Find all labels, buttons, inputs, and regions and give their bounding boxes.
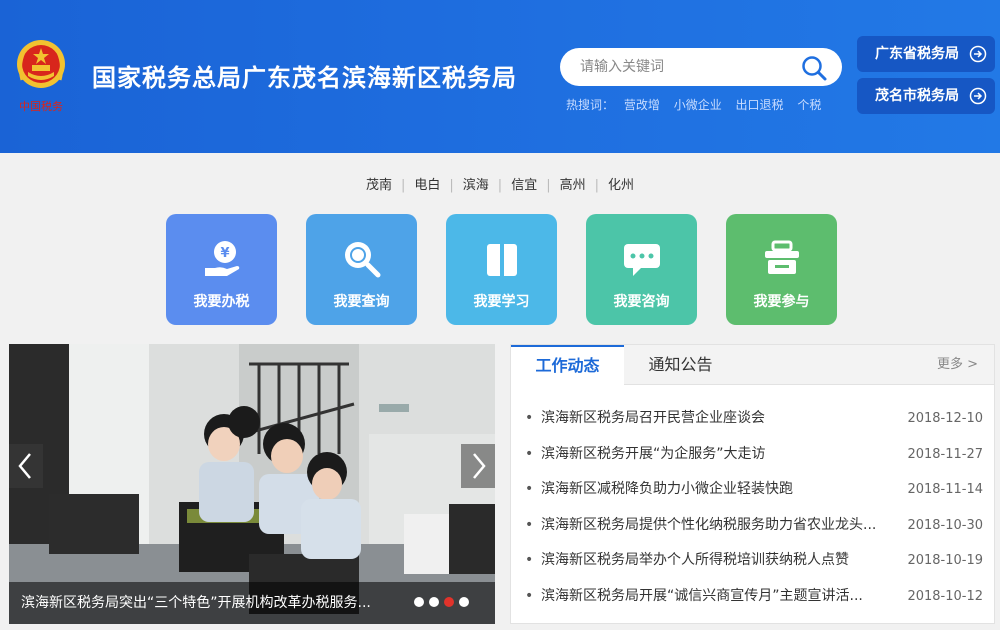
basket-icon: [765, 240, 799, 274]
svg-text:¥: ¥: [220, 246, 229, 261]
arrow-right-circle-icon: [969, 45, 987, 63]
tile-consult[interactable]: 我要咨询: [586, 214, 697, 325]
tile-participate[interactable]: 我要参与: [726, 214, 837, 325]
news-date: 2018-11-27: [907, 446, 983, 462]
hotword-link[interactable]: 小微企业: [674, 98, 722, 112]
news-list: • 滨海新区税务局召开民营企业座谈会 2018-12-10 • 滨海新区税务开展…: [525, 401, 983, 614]
municipal-bureau-link[interactable]: 茂名市税务局: [857, 78, 995, 114]
emblem-text: 中国税务: [19, 99, 63, 113]
carousel-dot[interactable]: [429, 597, 439, 607]
arrow-right-circle-icon: [969, 87, 987, 105]
municipal-bureau-label: 茂名市税务局: [875, 88, 959, 104]
tile-label: 我要参与: [753, 294, 810, 310]
tile-query[interactable]: 我要查询: [306, 214, 417, 325]
tab-work-news[interactable]: 工作动态: [511, 345, 624, 386]
news-item[interactable]: • 滨海新区税务开展“为企服务”大走访 2018-11-27: [525, 437, 983, 473]
tab-announcements[interactable]: 通知公告: [624, 345, 737, 385]
district-link[interactable]: 滨海: [454, 174, 498, 193]
news-date: 2018-10-12: [907, 588, 983, 604]
search-input[interactable]: [580, 56, 795, 78]
bullet: •: [525, 445, 534, 462]
search-box: [560, 48, 842, 86]
hotword-link[interactable]: 个税: [797, 98, 821, 112]
news-item[interactable]: • 滨海新区税务局提供个性化纳税服务助力省农业龙头... 2018-10-30: [525, 508, 983, 544]
hotword-link[interactable]: 营改增: [624, 98, 660, 112]
news-tabs: 工作动态 通知公告 更多 >: [511, 345, 994, 386]
carousel-next-button[interactable]: [461, 444, 495, 488]
tax-emblem-logo[interactable]: 中国税务: [10, 36, 72, 116]
bullet: •: [525, 552, 534, 568]
news-date: 2018-10-19: [907, 553, 983, 568]
provincial-bureau-label: 广东省税务局: [875, 46, 959, 62]
search-magnifier-icon: [345, 242, 381, 278]
district-nav: 茂南 | 电白 | 滨海 | 信宜 | 高州 | 化州: [0, 174, 1000, 193]
site-title: 国家税务总局广东茂名滨海新区税务局: [92, 64, 517, 92]
news-date: 2018-10-30: [907, 517, 983, 533]
hotwords-label: 热搜词：: [566, 98, 615, 112]
news-title: 滨海新区税务开展“为企服务”大走访: [541, 445, 766, 462]
news-date: 2018-11-14: [907, 482, 983, 497]
carousel-dot[interactable]: [414, 597, 424, 607]
tax-payment-icon: ¥: [205, 241, 240, 276]
tile-label: 我要咨询: [613, 294, 670, 310]
carousel-dots: [409, 592, 469, 611]
news-title: 滨海新区税务局举办个人所得税培训获纳税人点赞: [541, 552, 849, 568]
bullet: •: [525, 516, 534, 533]
news-title: 滨海新区减税降负助力小微企业轻装快跑: [541, 481, 793, 497]
more-link[interactable]: 更多 >: [937, 345, 978, 385]
news-title: 滨海新区税务局开展“诚信兴商宣传月”主题宣讲活...: [541, 587, 863, 604]
news-item[interactable]: • 滨海新区减税降负助力小微企业轻装快跑 2018-11-14: [525, 472, 983, 508]
district-link[interactable]: 信宜: [502, 174, 546, 193]
news-item[interactable]: • 滨海新区税务局举办个人所得税培训获纳税人点赞 2018-10-19: [525, 543, 983, 579]
chevron-right-icon: [473, 453, 486, 479]
tile-label: 我要查询: [333, 294, 390, 310]
news-title: 滨海新区税务局召开民营企业座谈会: [541, 410, 765, 426]
book-icon: [487, 244, 517, 276]
hotwords-bar: 热搜词： 营改增 小微企业 出口退税 个税: [566, 96, 831, 113]
news-item[interactable]: • 滨海新区税务局召开民营企业座谈会 2018-12-10: [525, 401, 983, 437]
district-link[interactable]: 高州: [551, 174, 595, 193]
district-link[interactable]: 化州: [599, 174, 643, 193]
tile-label: 我要学习: [473, 294, 530, 310]
news-date: 2018-12-10: [907, 411, 983, 426]
news-panel: 工作动态 通知公告 更多 > • 滨海新区税务局召开民营企业座谈会 2018-1…: [510, 344, 995, 624]
site-header: 中国税务 国家税务总局广东茂名滨海新区税务局 热搜词： 营改增 小微企业 出口退…: [0, 0, 1000, 153]
tile-learn[interactable]: 我要学习: [446, 214, 557, 325]
news-item[interactable]: • 滨海新区税务局开展“诚信兴商宣传月”主题宣讲活... 2018-10-12: [525, 579, 983, 615]
carousel-prev-button[interactable]: [9, 444, 43, 488]
news-carousel[interactable]: 滨海新区税务局突出“三个特色”开展机构改革办税服务...: [9, 344, 495, 624]
district-link[interactable]: 茂南: [357, 174, 401, 193]
tile-pay-tax[interactable]: ¥ 我要办税: [166, 214, 277, 325]
tile-label: 我要办税: [193, 294, 250, 310]
hotword-link[interactable]: 出口退税: [736, 98, 784, 112]
search-icon[interactable]: [800, 54, 828, 82]
news-title: 滨海新区税务局提供个性化纳税服务助力省农业龙头...: [541, 516, 877, 533]
chevron-left-icon: [18, 453, 31, 479]
bullet: •: [525, 481, 534, 497]
carousel-dot[interactable]: [459, 597, 469, 607]
bullet: •: [525, 410, 534, 426]
provincial-bureau-link[interactable]: 广东省税务局: [857, 36, 995, 72]
district-link[interactable]: 电白: [405, 174, 449, 193]
carousel-dot[interactable]: [444, 597, 454, 607]
carousel-caption-text: 滨海新区税务局突出“三个特色”开展机构改革办税服务...: [21, 595, 371, 611]
bullet: •: [525, 587, 534, 604]
chat-bubble-icon: [624, 244, 660, 276]
